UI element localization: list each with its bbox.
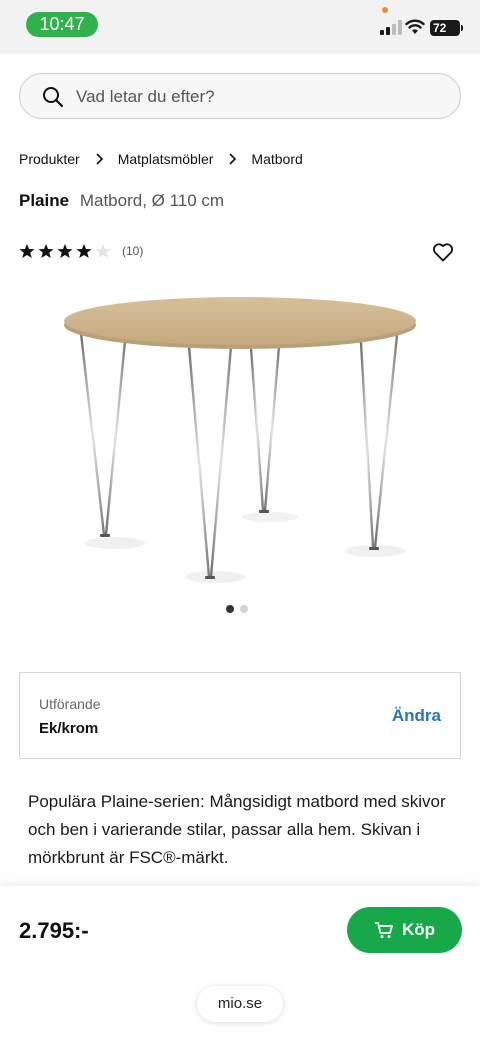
wifi-icon [405, 19, 425, 34]
search-icon [43, 87, 64, 108]
product-price: 2.795:- [19, 918, 89, 943]
variant-selector[interactable]: Utförande Ek/krom Ändra [19, 672, 461, 759]
chevron-right-icon [96, 153, 103, 165]
change-variant-button[interactable]: Ändra [392, 706, 441, 726]
star-filled-icon [38, 244, 54, 258]
status-bar: 10:47 72 [0, 0, 480, 54]
star-filled-icon [19, 244, 35, 258]
product-description: Matbord, Ø 110 cm [79, 191, 225, 210]
breadcrumb: Produkter Matplatsmöbler Matbord [19, 150, 303, 168]
purchase-bar: 2.795:- Köp mio.se [0, 886, 480, 1039]
image-carousel-dots[interactable] [226, 605, 254, 613]
rating-stars[interactable]: (10) [19, 243, 143, 259]
product-title: Plaine Matbord, Ø 110 cm [19, 191, 224, 211]
star-filled-icon [57, 244, 73, 258]
product-image[interactable] [55, 285, 425, 585]
review-count[interactable]: (10) [122, 244, 143, 258]
signal-icon [380, 20, 402, 35]
privacy-indicator-dot [382, 7, 388, 13]
chevron-right-icon [229, 153, 237, 165]
breadcrumb-item-matbord[interactable]: Matbord [251, 151, 302, 167]
battery-icon: 72 [430, 20, 463, 36]
search-input[interactable]: Vad letar du efter? [19, 73, 461, 119]
star-empty-icon [95, 244, 111, 258]
buy-button-label: Köp [401, 920, 436, 939]
cart-icon [374, 922, 393, 938]
variant-label: Utförande [39, 696, 101, 712]
buy-button[interactable]: Köp [347, 907, 462, 953]
star-filled-icon [76, 244, 92, 258]
variant-value: Ek/krom [39, 720, 99, 737]
product-summary: Populära Plaine-serien: Mångsidigt matbo… [28, 792, 446, 867]
carousel-dot[interactable] [240, 605, 248, 613]
status-time[interactable]: 10:47 [26, 12, 98, 37]
search-placeholder: Vad letar du efter? [76, 87, 215, 106]
product-brand[interactable]: Plaine [19, 191, 69, 210]
carousel-dot-active[interactable] [226, 605, 234, 613]
browser-url-pill[interactable]: mio.se [197, 986, 283, 1022]
breadcrumb-item-produkter[interactable]: Produkter [19, 151, 80, 167]
heart-icon[interactable] [432, 242, 454, 262]
breadcrumb-item-matplatsmobler[interactable]: Matplatsmöbler [118, 151, 214, 167]
